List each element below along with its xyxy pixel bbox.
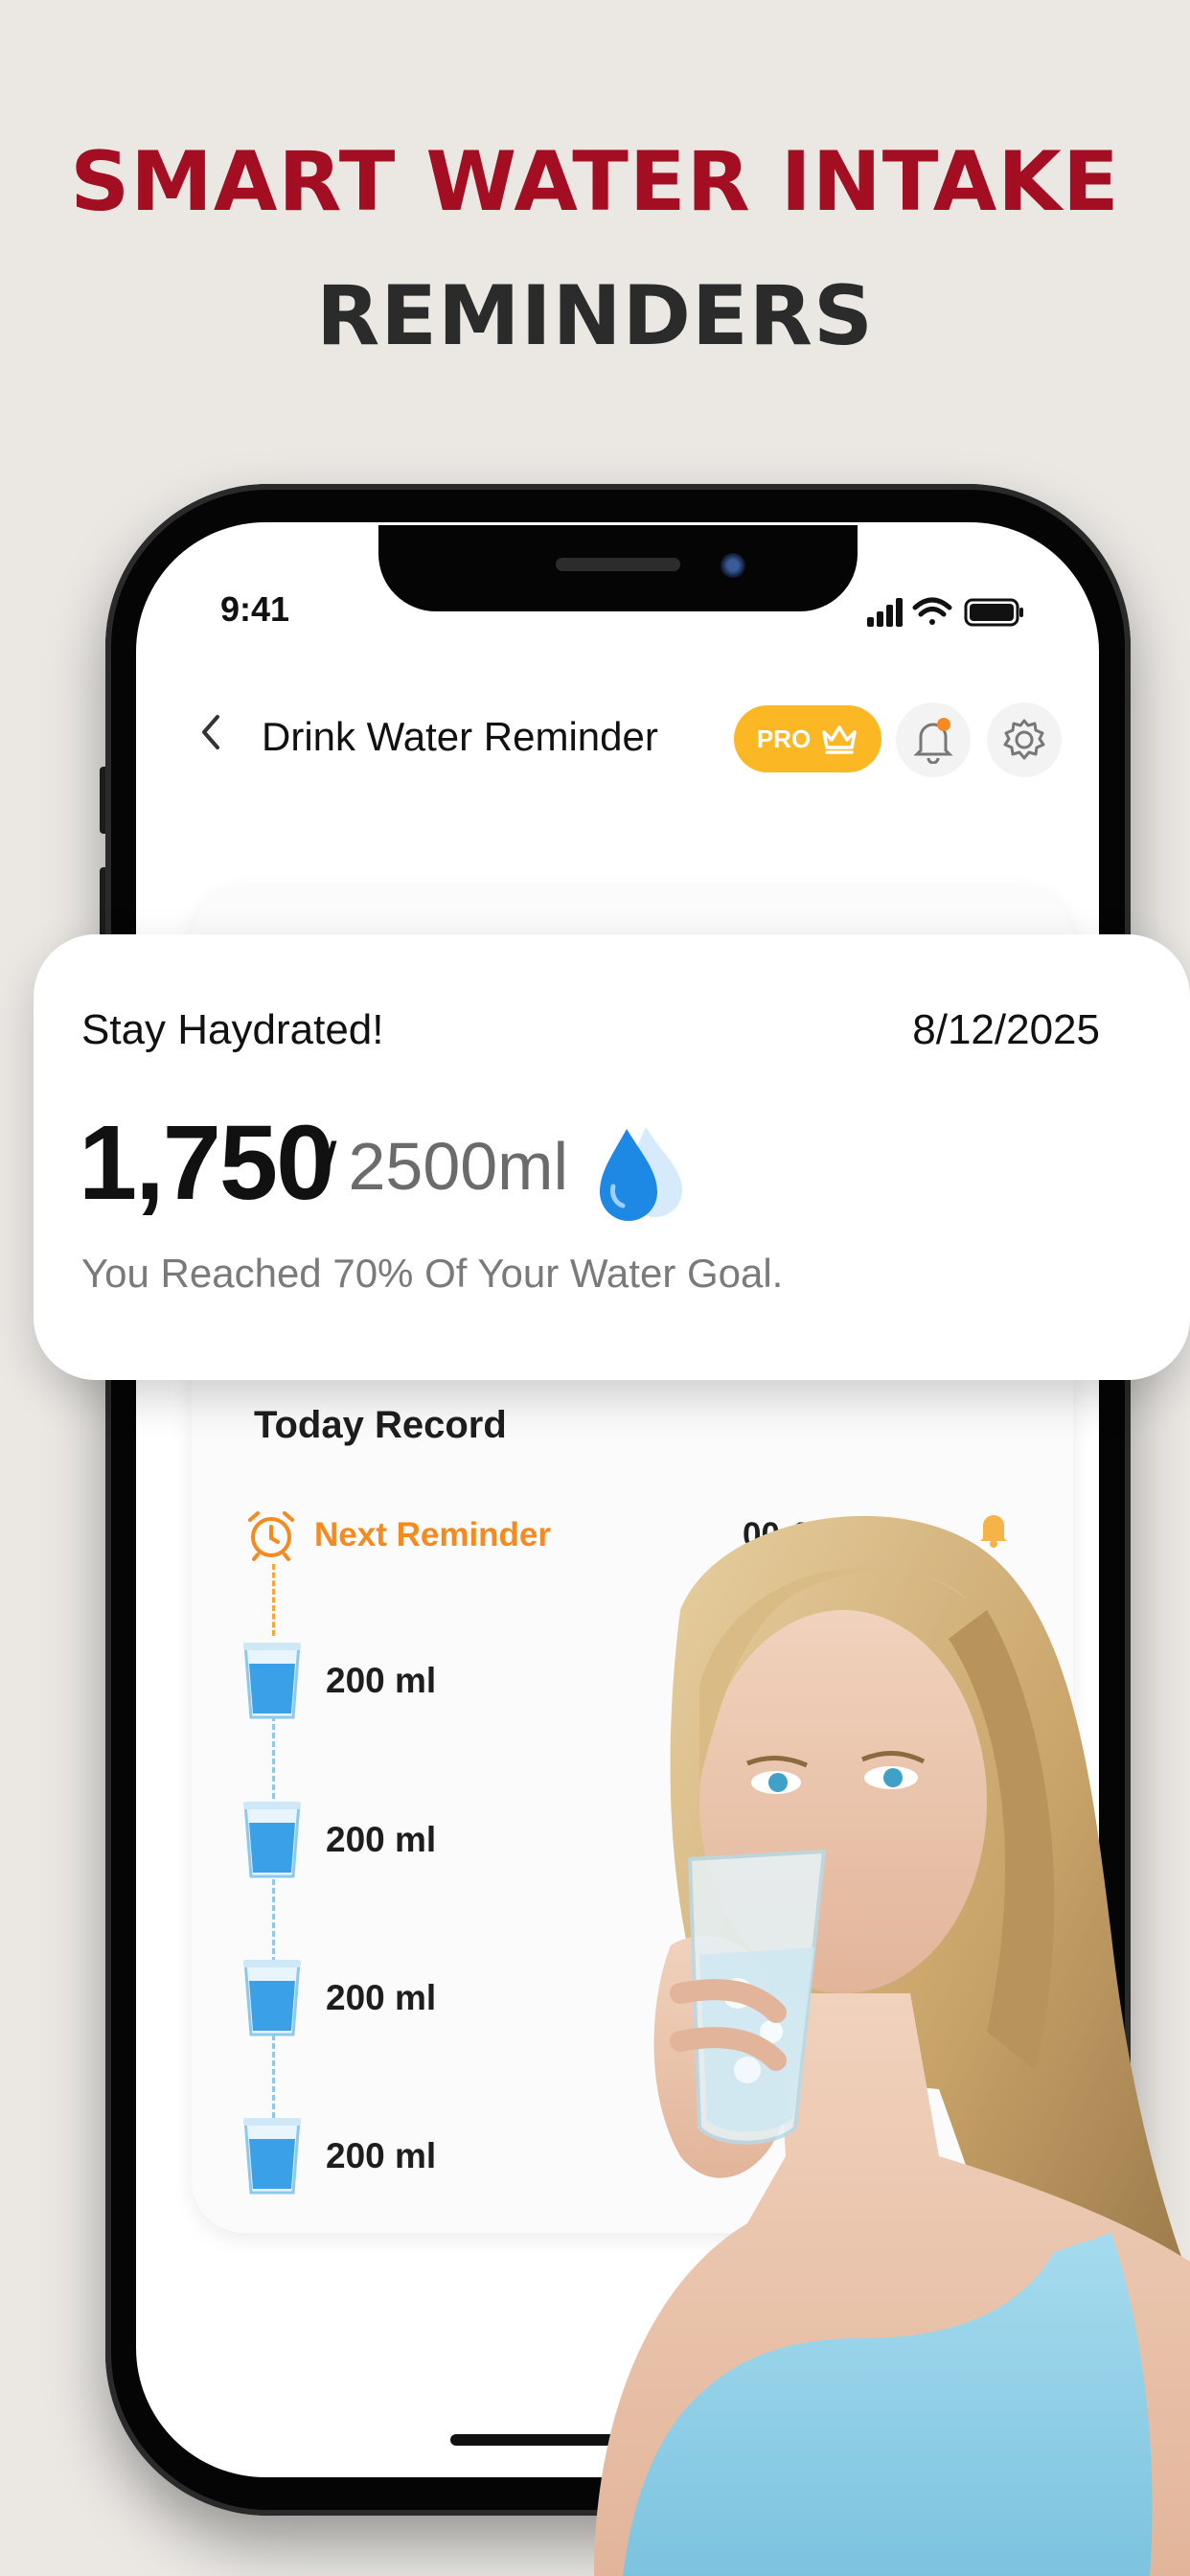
crown-icon — [822, 725, 857, 754]
back-button[interactable] — [196, 711, 225, 764]
goal-progress-message: You Reached 70% Of Your Water Goal. — [81, 1251, 784, 1296]
pro-badge-button[interactable]: PRO — [734, 705, 881, 772]
page-title: Drink Water Reminder — [262, 714, 658, 759]
greeting-text: Stay Haydrated! — [81, 1006, 384, 1053]
bell-icon — [913, 718, 953, 764]
status-icons — [867, 597, 1023, 627]
headline-line-1: SMART WATER INTAKE — [70, 134, 1120, 230]
intake-entry[interactable]: 200 ml — [241, 1958, 436, 2038]
current-intake: 1,750 — [79, 1104, 334, 1222]
wifi-icon — [912, 597, 952, 625]
chevron-left-icon — [202, 715, 219, 749]
water-glass-icon — [243, 1960, 301, 2036]
intake-amount: 200 ml — [326, 1661, 437, 1700]
phone-speaker — [556, 558, 680, 571]
summary-date: 8/12/2025 — [912, 1006, 1100, 1053]
intake-amount: 200 ml — [326, 1820, 437, 1859]
headline-line-2: REMINDERS — [316, 268, 874, 364]
gear-icon — [1003, 719, 1045, 760]
timeline-reminder-segment — [272, 1564, 275, 1636]
notification-dot — [937, 718, 950, 731]
intake-entry[interactable]: 200 ml — [241, 1641, 436, 1721]
goal-amount: 2500ml — [348, 1129, 569, 1204]
water-glass-icon — [243, 1643, 301, 1719]
intake-entry[interactable]: 200 ml — [241, 2116, 436, 2196]
woman-drinking-water-photo — [594, 1515, 1190, 2576]
intake-amount: 200 ml — [326, 2136, 437, 2175]
intake-amount: 200 ml — [326, 1978, 437, 2017]
settings-button[interactable] — [987, 702, 1062, 777]
water-glass-icon — [243, 2118, 301, 2195]
next-reminder-label: Next Reminder — [314, 1516, 552, 1553]
today-record-title: Today Record — [254, 1404, 507, 1446]
water-drop-icon — [600, 1127, 682, 1221]
status-time: 9:41 — [220, 589, 290, 629]
alarm-clock-icon — [248, 1511, 294, 1561]
water-glass-icon — [243, 1802, 301, 1878]
front-camera — [721, 553, 745, 578]
intake-entry[interactable]: 200 ml — [241, 1800, 436, 1880]
battery-icon — [964, 598, 1023, 627]
signal-icon — [867, 598, 903, 627]
notifications-button[interactable] — [896, 702, 971, 777]
timeline-intake-line — [272, 1715, 275, 2118]
pro-label: PRO — [756, 724, 812, 753]
goal-text: /2500ml — [318, 1129, 569, 1204]
